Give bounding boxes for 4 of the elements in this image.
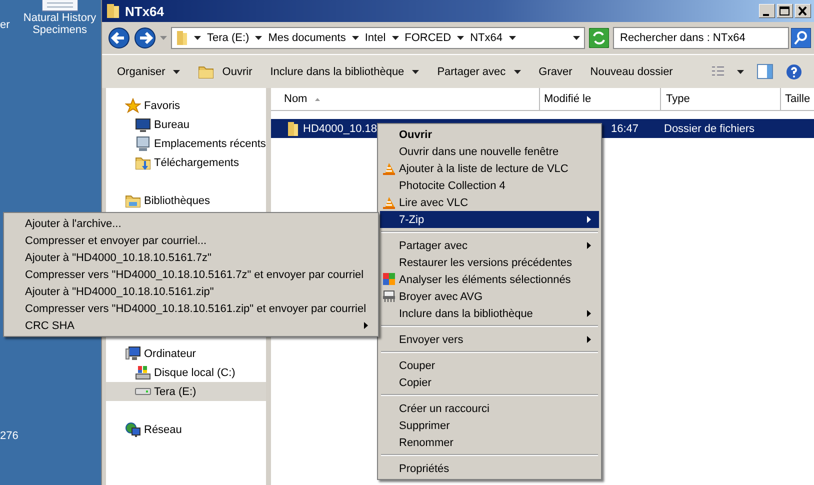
- date-cell: 16:47: [611, 122, 639, 134]
- file-name: HD4000_10.18: [303, 122, 378, 134]
- window-title: NTx64: [125, 4, 164, 18]
- type-cell: Dossier de fichiers: [664, 122, 754, 134]
